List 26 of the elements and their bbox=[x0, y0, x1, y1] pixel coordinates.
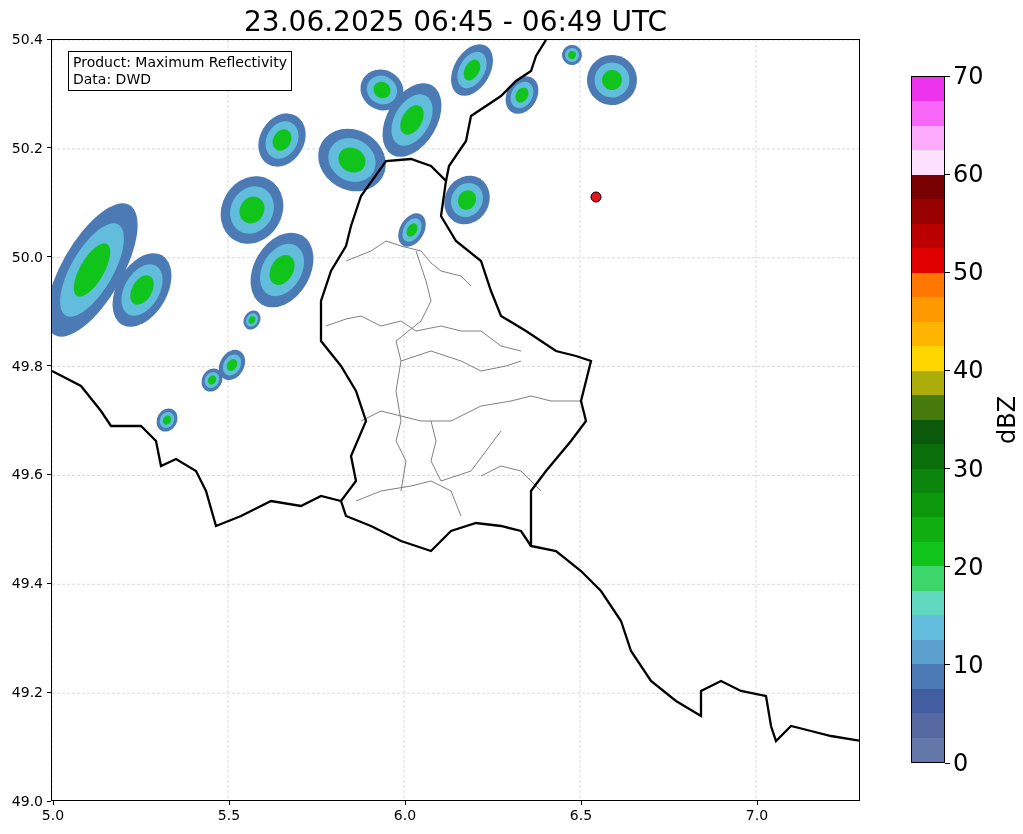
chart-title: 23.06.2025 06:45 - 06:49 UTC bbox=[243, 4, 668, 39]
info-text: Data: DWD bbox=[73, 71, 152, 88]
y-tick-label: 50.4 bbox=[11, 31, 43, 47]
colorbar-tick-label: 30 bbox=[953, 454, 984, 483]
colorbar-tick-label: 60 bbox=[953, 160, 984, 189]
y-tick-label: 49.8 bbox=[11, 357, 43, 374]
y-tick-label: 49.4 bbox=[11, 575, 43, 592]
y-tick-label: 49.2 bbox=[11, 684, 43, 701]
y-tick-label: 50.0 bbox=[11, 248, 43, 265]
x-tick-label: 7.0 bbox=[745, 807, 769, 823]
colorbar-tick-label: 70 bbox=[953, 62, 984, 90]
info-text: Product: Maximum Reflectivity bbox=[73, 54, 287, 71]
y-tick-label: 49.6 bbox=[11, 466, 43, 483]
x-tick-label: 5.5 bbox=[217, 807, 241, 823]
x-tick-label: 6.5 bbox=[569, 807, 593, 823]
y-tick-label: 49.0 bbox=[11, 793, 43, 809]
y-tick-label: 50.2 bbox=[11, 139, 43, 156]
colorbar-tick-label: 40 bbox=[953, 356, 984, 385]
location-marker bbox=[590, 191, 602, 203]
colorbar-tick-label: 50 bbox=[953, 258, 984, 287]
colorbar-tick-label: 20 bbox=[953, 552, 984, 581]
colorbar-tick-label: 0 bbox=[953, 749, 969, 777]
x-tick-label: 5.0 bbox=[41, 807, 65, 823]
colorbar-label: dBZ bbox=[993, 395, 1022, 445]
colorbar-tick-label: 10 bbox=[953, 650, 984, 679]
x-tick-label: 6.0 bbox=[393, 807, 417, 823]
